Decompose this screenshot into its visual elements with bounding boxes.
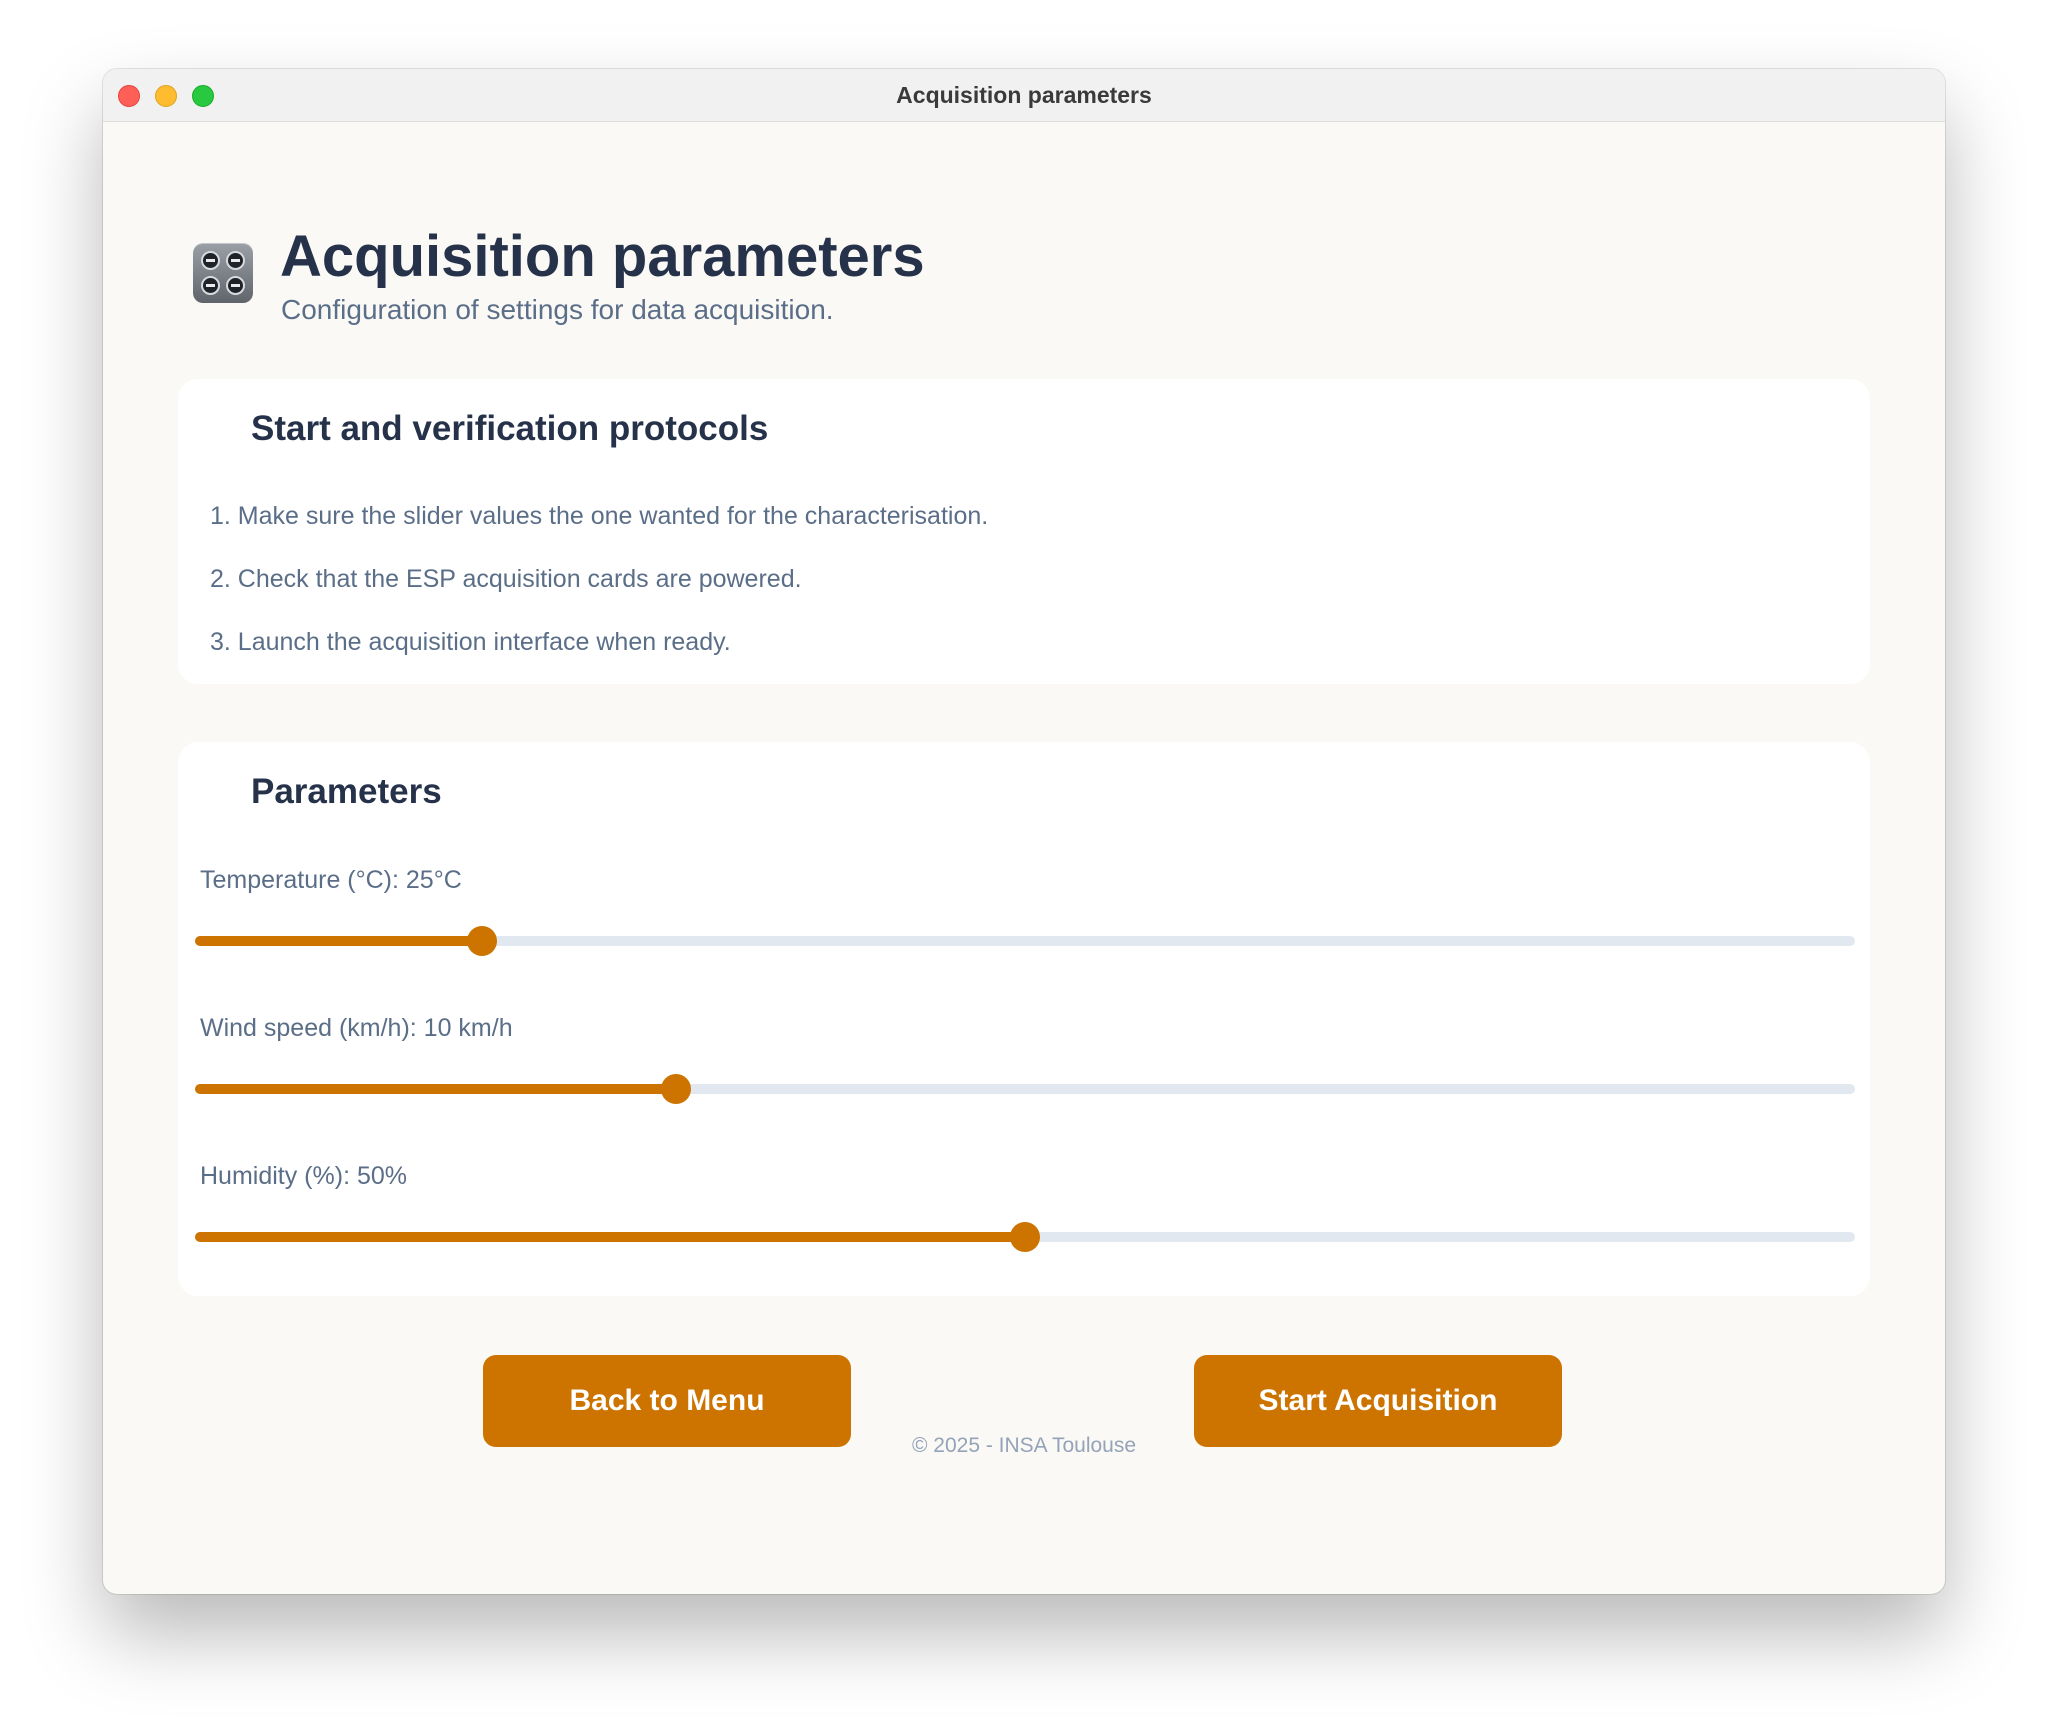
slider-thumb[interactable] <box>661 1074 692 1104</box>
footer-copyright: © 2025 - INSA Toulouse <box>911 1434 1137 1457</box>
protocols-title: Start and verification protocols <box>251 409 769 448</box>
knob-icon <box>226 251 245 270</box>
parameters-card: Parameters Temperature (°C): 25°C Wind s… <box>178 742 1870 1296</box>
wind-speed-label: Wind speed (km/h): 10 km/h <box>200 1014 513 1042</box>
page-subtitle: Configuration of settings for data acqui… <box>281 294 834 325</box>
protocols-card: Start and verification protocols 1. Make… <box>178 379 1870 684</box>
humidity-slider[interactable] <box>195 1221 1855 1252</box>
temperature-label: Temperature (°C): 25°C <box>200 866 462 894</box>
knob-icon <box>226 276 245 295</box>
page-title: Acquisition parameters <box>280 224 925 289</box>
slider-thumb[interactable] <box>467 926 498 956</box>
main-content: Acquisition parameters Configuration of … <box>103 122 1945 1594</box>
humidity-label: Humidity (%): 50% <box>200 1162 407 1190</box>
window-title: Acquisition parameters <box>896 82 1152 108</box>
control-knobs-icon <box>193 243 253 303</box>
title-bar: Acquisition parameters <box>103 69 1945 122</box>
app-window: Acquisition parameters Acquisition param… <box>103 69 1945 1594</box>
slider-fill <box>195 1232 1025 1242</box>
protocol-step: 2. Check that the ESP acquisition cards … <box>210 565 802 593</box>
parameters-title: Parameters <box>251 772 442 811</box>
slider-fill <box>195 936 483 946</box>
protocol-step: 3. Launch the acquisition interface when… <box>210 628 731 656</box>
slider-fill <box>195 1084 677 1094</box>
knob-icon <box>201 276 220 295</box>
slider-thumb[interactable] <box>1010 1222 1040 1252</box>
knob-icon <box>201 251 220 270</box>
temperature-slider[interactable] <box>195 925 1855 956</box>
protocol-step: 1. Make sure the slider values the one w… <box>210 502 989 530</box>
wind-speed-slider[interactable] <box>195 1073 1855 1104</box>
